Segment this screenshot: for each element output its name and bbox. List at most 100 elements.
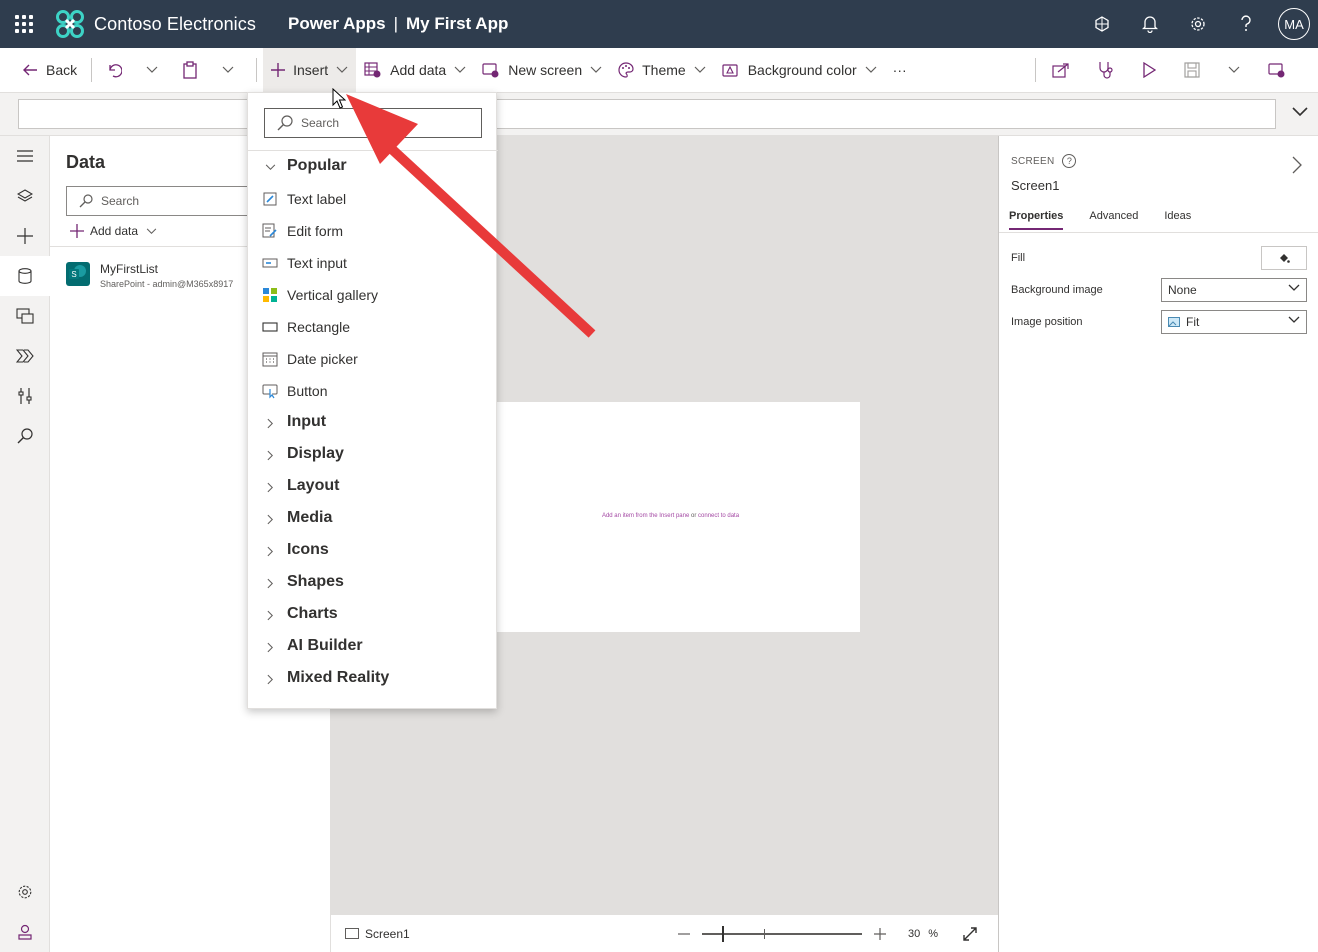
add-data-label: Add data <box>390 62 447 78</box>
group-charts[interactable]: Charts <box>248 599 498 631</box>
svg-text:S: S <box>71 270 76 279</box>
app-launcher-icon[interactable] <box>0 0 48 48</box>
paste-dropdown[interactable] <box>214 48 250 92</box>
zoom-slider[interactable] <box>701 926 862 942</box>
share-button[interactable] <box>1042 48 1088 92</box>
tab-properties[interactable]: Properties <box>1009 210 1064 230</box>
save-dropdown[interactable] <box>1218 48 1258 92</box>
app-checker-button[interactable] <box>1088 48 1132 92</box>
insert-search-input[interactable]: Search <box>264 108 482 138</box>
group-mixed-reality[interactable]: Mixed Reality <box>248 663 498 695</box>
image-position-select[interactable]: Fit <box>1161 310 1307 334</box>
group-label: Charts <box>287 605 338 622</box>
group-media[interactable]: Media <box>248 503 498 535</box>
control-name[interactable]: Screen1 <box>1011 178 1059 193</box>
zoom-out-minus-icon[interactable] <box>677 933 690 935</box>
group-popular[interactable]: Popular <box>248 151 498 183</box>
insert-item-vertical-gallery[interactable]: Vertical gallery <box>248 279 498 311</box>
chevron-right-icon <box>262 479 278 495</box>
insert-item-text-input[interactable]: Text input <box>248 247 498 279</box>
insert-item-date-picker[interactable]: Date picker <box>248 343 498 375</box>
tab-advanced[interactable]: Advanced <box>1089 210 1138 230</box>
share-icon <box>1052 63 1069 78</box>
fit-to-window-icon[interactable] <box>962 926 978 942</box>
notifications-bell-icon[interactable] <box>1126 0 1174 48</box>
advanced-tools-icon[interactable] <box>0 376 50 416</box>
back-button[interactable]: Back <box>14 48 85 92</box>
formula-expand-button[interactable] <box>1292 105 1308 120</box>
background-image-label: Background image <box>1011 284 1103 296</box>
chevron-right-icon <box>262 543 278 559</box>
screen-preview[interactable]: Add an item from the Insert pane or conn… <box>481 402 860 632</box>
image-position-value: Fit <box>1186 315 1200 329</box>
data-cylinder-icon[interactable] <box>0 256 50 296</box>
save-disk-icon <box>1184 62 1200 78</box>
plus-icon <box>271 63 286 77</box>
tab-ideas[interactable]: Ideas <box>1164 210 1191 230</box>
zoom-in-plus-icon[interactable] <box>873 928 886 940</box>
group-input[interactable]: Input <box>248 407 498 439</box>
palette-icon <box>618 62 634 78</box>
chevron-down-icon <box>1292 107 1308 117</box>
data-add-data-button[interactable]: Add data <box>70 224 163 238</box>
zoom-slider-thumb[interactable] <box>721 926 724 942</box>
settings-gear-icon[interactable] <box>1174 0 1222 48</box>
add-data-button[interactable]: Add data <box>356 48 474 92</box>
fill-color-picker[interactable] <box>1261 246 1307 270</box>
data-source-item[interactable]: S MyFirstList SharePoint - admin@M365x89… <box>66 262 233 289</box>
group-layout[interactable]: Layout <box>248 471 498 503</box>
virtual-agent-icon[interactable] <box>0 912 50 952</box>
new-screen-button[interactable]: New screen <box>474 48 610 92</box>
divider <box>999 232 1318 233</box>
save-button[interactable] <box>1174 48 1218 92</box>
group-shapes[interactable]: Shapes <box>248 567 498 599</box>
properties-tabs: Properties Advanced Ideas <box>1009 210 1217 230</box>
insert-plus-icon[interactable] <box>0 216 50 256</box>
background-image-select[interactable]: None <box>1161 278 1307 302</box>
insert-item-edit-form[interactable]: Edit form <box>248 215 498 247</box>
background-color-button[interactable]: Background color <box>714 48 885 92</box>
insert-item-rectangle[interactable]: Rectangle <box>248 311 498 343</box>
collapse-pane-chevron-right-icon[interactable] <box>1292 156 1302 177</box>
vertical-gallery-icon <box>262 287 278 303</box>
empty-screen-hint: Add an item from the Insert pane or conn… <box>481 513 860 519</box>
environment-icon[interactable] <box>1078 0 1126 48</box>
publish-button[interactable] <box>1258 48 1304 92</box>
theme-button[interactable]: Theme <box>610 48 714 92</box>
help-question-icon[interactable]: ? <box>1062 154 1077 168</box>
item-label: Edit form <box>287 223 344 239</box>
media-icon[interactable] <box>0 296 50 336</box>
group-icons[interactable]: Icons <box>248 535 498 567</box>
formula-bar <box>0 93 1318 136</box>
user-avatar[interactable]: MA <box>1278 8 1310 40</box>
app-name[interactable]: My First App <box>406 14 508 33</box>
hint-connect-link[interactable]: connect to data <box>698 513 739 519</box>
zoom-unit: % <box>928 928 938 940</box>
tree-view-layers-icon[interactable] <box>0 176 50 216</box>
brand[interactable]: Contoso Electronics <box>54 8 256 40</box>
preview-play-button[interactable] <box>1132 48 1174 92</box>
product-name[interactable]: Power Apps <box>288 14 386 33</box>
search-icon[interactable] <box>0 416 50 456</box>
more-commands-button[interactable]: ··· <box>885 48 915 92</box>
zoom-value[interactable]: 30 <box>908 928 920 940</box>
chevron-down-icon <box>146 66 158 73</box>
group-display[interactable]: Display <box>248 439 498 471</box>
settings-gear-icon[interactable] <box>0 872 50 912</box>
formula-input[interactable] <box>18 99 1276 129</box>
insert-button[interactable]: Insert <box>263 48 357 92</box>
chevron-down-icon <box>222 66 234 73</box>
hint-insert-link[interactable]: Add an item from the Insert pane <box>602 513 689 519</box>
group-ai-builder[interactable]: AI Builder <box>248 631 498 663</box>
hamburger-menu-icon[interactable] <box>0 136 50 176</box>
help-question-icon[interactable] <box>1222 0 1270 48</box>
screen-selector[interactable]: Screen1 <box>345 927 410 941</box>
undo-dropdown[interactable] <box>138 48 174 92</box>
undo-button[interactable] <box>98 48 138 92</box>
insert-item-button[interactable]: Button <box>248 375 498 407</box>
power-automate-icon[interactable] <box>0 336 50 376</box>
play-icon <box>1143 62 1156 78</box>
insert-item-text-label[interactable]: Text label <box>248 183 498 215</box>
paste-button[interactable] <box>174 48 214 92</box>
paint-bucket-icon <box>722 64 738 77</box>
